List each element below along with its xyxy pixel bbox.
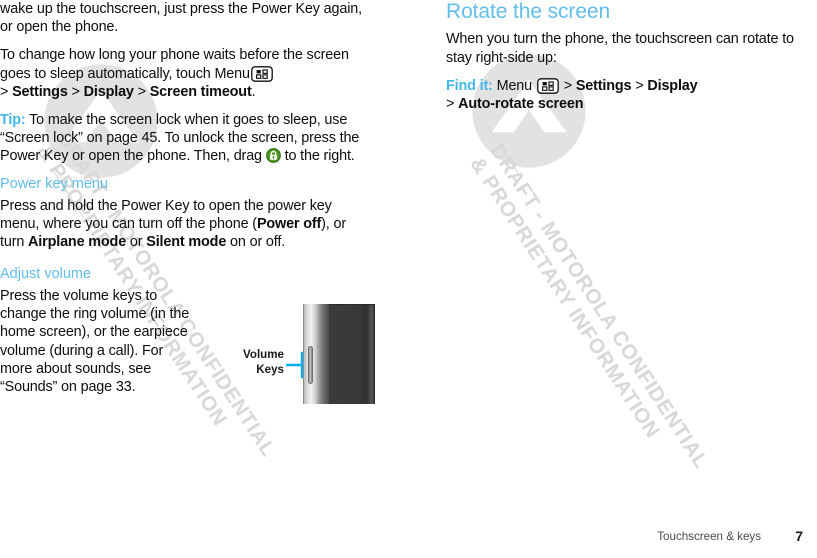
timeout-sep2: > — [133, 83, 150, 100]
find-it-label: Find it: — [446, 77, 493, 94]
timeout-bold-display: Display — [83, 83, 134, 100]
pkm-bold-power-off: Power off — [256, 216, 322, 233]
heading-power-key-menu: Power key menu — [0, 175, 108, 192]
lock-icon — [265, 148, 281, 164]
pkm-bold-silent-mode: Silent mode — [146, 234, 227, 251]
continued-paragraph: wake up the touchscreen, just press the … — [0, 0, 372, 36]
phone-body — [329, 304, 375, 404]
callout-line-1: Volume — [242, 348, 284, 361]
phone-side-view — [303, 304, 375, 404]
pkm-part3: or — [126, 234, 147, 251]
pkm-bold-airplane-mode: Airplane mode — [28, 234, 127, 251]
adjust-volume-paragraph: Press the volume keys to change the ring… — [0, 288, 190, 396]
find-it-bold-settings: Settings — [575, 77, 632, 94]
timeout-sep1: > — [67, 83, 84, 100]
tip-paragraph: Tip: To make the screen lock when it goe… — [0, 111, 372, 166]
menu-grid-icon — [251, 65, 273, 82]
screen-timeout-paragraph: To change how long your phone waits befo… — [0, 46, 372, 101]
volume-keys-figure: Volume Keys — [208, 304, 378, 408]
find-it-sep1: > — [559, 77, 576, 94]
volume-key — [308, 346, 313, 384]
footer-section-title: Touchscreen & keys — [657, 530, 761, 543]
tip-text-part2: to the right. — [280, 148, 355, 165]
find-it-bold-display: Display — [647, 77, 698, 94]
find-it-bold-auto-rotate: Auto-rotate screen — [458, 95, 584, 112]
page-footer: Touchscreen & keys 7 — [0, 528, 817, 550]
find-it-paragraph: Find it: Menu > Settings > Display > Auto… — [446, 77, 817, 113]
watermark-line-1: DRAFT - MOTOROLA CONFIDENTIAL — [485, 140, 713, 473]
callout-label: Volume Keys — [208, 348, 284, 377]
timeout-text-sep0: > — [0, 83, 13, 100]
find-it-sep2: > — [631, 77, 648, 94]
right-column: Rotate the screen When you turn the phon… — [446, 0, 817, 123]
continued-paragraph-text: wake up the touchscreen, just press the … — [0, 1, 362, 36]
watermark-rule — [486, 124, 519, 174]
timeout-bold-screen-timeout: Screen timeout — [149, 83, 252, 100]
timeout-bold-settings: Settings — [12, 83, 68, 100]
heading-adjust-volume: Adjust volume — [0, 265, 92, 282]
manual-page: DRAFT - MOTOROLA CONFIDENTIAL & PROPRIET… — [0, 0, 817, 558]
pkm-part4: on or off. — [226, 234, 286, 251]
phone-edge — [303, 304, 329, 404]
menu-grid-icon — [537, 77, 559, 94]
watermark-text-right: DRAFT - MOTOROLA CONFIDENTIAL & PROPRIET… — [464, 140, 713, 487]
timeout-text-part1: To change how long your phone waits befo… — [0, 47, 349, 82]
rotate-paragraph: When you turn the phone, the touchscreen… — [446, 31, 794, 66]
footer-page-number: 7 — [795, 528, 803, 544]
tip-label: Tip: — [0, 112, 26, 129]
find-it-menu-word: Menu — [492, 77, 536, 94]
callout-line-2: Keys — [256, 362, 284, 376]
watermark-line-2: & PROPRIETARY INFORMATION — [465, 153, 665, 443]
heading-rotate-the-screen: Rotate the screen — [446, 0, 611, 23]
find-it-sep3: > — [446, 95, 459, 112]
power-key-menu-paragraph: Press and hold the Power Key to open the… — [0, 197, 372, 252]
timeout-text-part3: . — [251, 83, 256, 100]
